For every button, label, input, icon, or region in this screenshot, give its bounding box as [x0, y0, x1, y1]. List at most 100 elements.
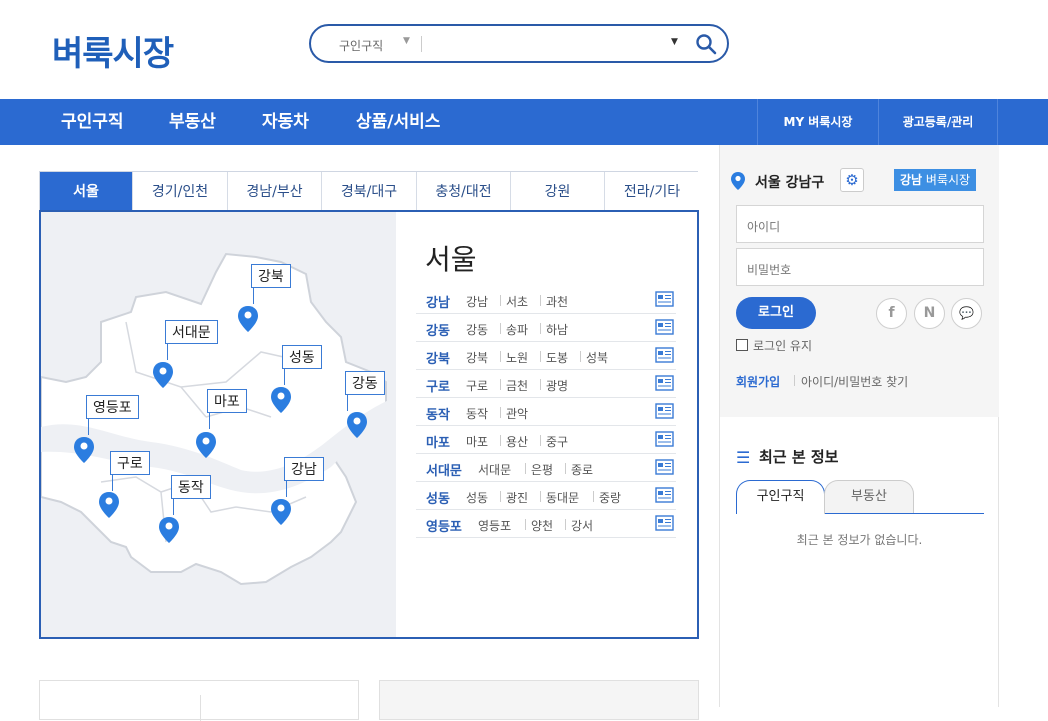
district-link[interactable]: 강동 — [466, 321, 488, 338]
district-link[interactable]: 서초 — [506, 293, 528, 310]
category-dropdown-icon[interactable]: ▼ — [403, 36, 410, 46]
district-link[interactable]: 노원 — [506, 349, 528, 366]
district-link[interactable]: 강서 — [571, 517, 593, 534]
district-link[interactable]: 강남 — [466, 293, 488, 310]
newspaper-icon[interactable] — [655, 459, 674, 475]
district-link[interactable]: 송파 — [506, 321, 528, 338]
map-label-gangdong[interactable]: 강동 — [345, 371, 385, 395]
nav-item-goods[interactable]: 상품/서비스 — [356, 99, 440, 145]
newspaper-icon[interactable] — [655, 375, 674, 391]
tab-gyeonggi[interactable]: 경기/인천 — [133, 172, 228, 212]
district-group-label[interactable]: 마포 — [426, 432, 450, 451]
district-link[interactable]: 강북 — [466, 349, 488, 366]
kakao-login-icon[interactable]: 💬 — [951, 298, 982, 329]
tab-jeolla[interactable]: 전라/기타 — [605, 172, 699, 212]
tab-gyeongnam[interactable]: 경남/부산 — [228, 172, 322, 212]
newspaper-icon[interactable] — [655, 403, 674, 419]
tab-gangwon[interactable]: 강원 — [511, 172, 605, 212]
district-link[interactable]: 하남 — [546, 321, 568, 338]
district-link[interactable]: 중랑 — [599, 489, 621, 506]
nav-item-realestate[interactable]: 부동산 — [169, 99, 216, 145]
id-input[interactable]: 아이디 — [736, 205, 984, 243]
location-settings-icon[interactable]: ⚙ — [840, 168, 864, 192]
region-market-badge[interactable]: 강남 벼룩시장 — [894, 169, 977, 191]
map-pin-icon[interactable] — [152, 361, 174, 389]
district-group-label[interactable]: 동작 — [426, 404, 450, 423]
district-link[interactable]: 종로 — [571, 461, 593, 478]
newspaper-icon[interactable] — [655, 487, 674, 503]
recent-tab-realestate[interactable]: 부동산 — [824, 480, 914, 514]
district-link[interactable]: 용산 — [506, 433, 528, 450]
district-group-label[interactable]: 영등포 — [426, 516, 462, 535]
tab-gyeongbuk[interactable]: 경북/대구 — [322, 172, 417, 212]
district-link[interactable]: 동작 — [466, 405, 488, 422]
map-label-guro[interactable]: 구로 — [110, 451, 150, 475]
district-group-label[interactable]: 강동 — [426, 320, 450, 339]
newspaper-icon[interactable] — [655, 347, 674, 363]
map-pin-icon[interactable] — [195, 431, 217, 459]
map-label-gangbuk[interactable]: 강북 — [251, 264, 291, 288]
nav-ad-manage[interactable]: 광고등록/관리 — [878, 99, 998, 145]
district-row: 강동 강동 송파 하남 — [416, 314, 676, 342]
map-label-seongdong[interactable]: 성동 — [282, 345, 322, 369]
login-button[interactable]: 로그인 — [736, 297, 816, 329]
nav-item-cars[interactable]: 자동차 — [262, 99, 309, 145]
keep-login-checkbox[interactable] — [736, 339, 748, 351]
district-link[interactable]: 구로 — [466, 377, 488, 394]
newspaper-icon[interactable] — [655, 319, 674, 335]
district-row: 동작 동작 관악 — [416, 398, 676, 426]
district-link[interactable]: 과천 — [546, 293, 568, 310]
district-link[interactable]: 관악 — [506, 405, 528, 422]
tab-chungcheong[interactable]: 충청/대전 — [417, 172, 511, 212]
district-link[interactable]: 중구 — [546, 433, 568, 450]
map-label-seodaemun[interactable]: 서대문 — [165, 320, 218, 344]
map-pin-icon[interactable] — [346, 411, 368, 439]
map-label-mapo[interactable]: 마포 — [207, 389, 247, 413]
map-pin-icon[interactable] — [270, 498, 292, 526]
nav-item-jobs[interactable]: 구인구직 — [61, 99, 124, 145]
map-pin-icon[interactable] — [237, 305, 259, 333]
district-link[interactable]: 광진 — [506, 489, 528, 506]
district-group-label[interactable]: 성동 — [426, 488, 450, 507]
district-group-label[interactable]: 구로 — [426, 376, 450, 395]
district-link[interactable]: 성동 — [466, 489, 488, 506]
map-pin-icon[interactable] — [270, 386, 292, 414]
nav-my-page[interactable]: MY 벼룩시장 — [757, 99, 878, 145]
map-label-line — [253, 288, 254, 304]
newspaper-icon[interactable] — [655, 431, 674, 447]
district-link[interactable]: 영등포 — [478, 517, 511, 534]
map-label-dongjak[interactable]: 동작 — [171, 475, 211, 499]
district-link[interactable]: 금천 — [506, 377, 528, 394]
district-link[interactable]: 은평 — [531, 461, 553, 478]
search-dropdown-icon[interactable]: ▼ — [671, 37, 678, 47]
district-link[interactable]: 성북 — [586, 349, 608, 366]
map-pin-icon[interactable] — [158, 516, 180, 544]
site-logo[interactable]: 벼룩시장 — [52, 26, 174, 75]
map-label-yeongdeungpo[interactable]: 영등포 — [86, 395, 139, 419]
district-group-label[interactable]: 강남 — [426, 292, 450, 311]
keep-login-label[interactable]: 로그인 유지 — [753, 337, 812, 354]
tab-seoul[interactable]: 서울 — [40, 172, 133, 212]
district-separator — [500, 323, 501, 334]
signup-link[interactable]: 회원가입 — [736, 373, 780, 390]
district-link[interactable]: 동대문 — [546, 489, 579, 506]
district-link[interactable]: 서대문 — [478, 461, 511, 478]
recent-tab-jobs[interactable]: 구인구직 — [736, 480, 825, 514]
search-category-select[interactable]: 구인구직 — [339, 37, 383, 54]
district-link[interactable]: 마포 — [466, 433, 488, 450]
password-input[interactable]: 비밀번호 — [736, 248, 984, 286]
naver-login-icon[interactable]: N — [914, 298, 945, 329]
district-link[interactable]: 도봉 — [546, 349, 568, 366]
find-account-link[interactable]: 아이디/비밀번호 찾기 — [801, 373, 908, 390]
newspaper-icon[interactable] — [655, 515, 674, 531]
map-pin-icon[interactable] — [98, 491, 120, 519]
map-label-gangnam[interactable]: 강남 — [284, 457, 324, 481]
search-icon[interactable] — [694, 32, 718, 56]
map-pin-icon[interactable] — [73, 436, 95, 464]
district-link[interactable]: 광명 — [546, 377, 568, 394]
district-group-label[interactable]: 강북 — [426, 348, 450, 367]
facebook-login-icon[interactable]: f — [876, 298, 907, 329]
newspaper-icon[interactable] — [655, 291, 674, 307]
district-link[interactable]: 양천 — [531, 517, 553, 534]
district-group-label[interactable]: 서대문 — [426, 460, 462, 479]
